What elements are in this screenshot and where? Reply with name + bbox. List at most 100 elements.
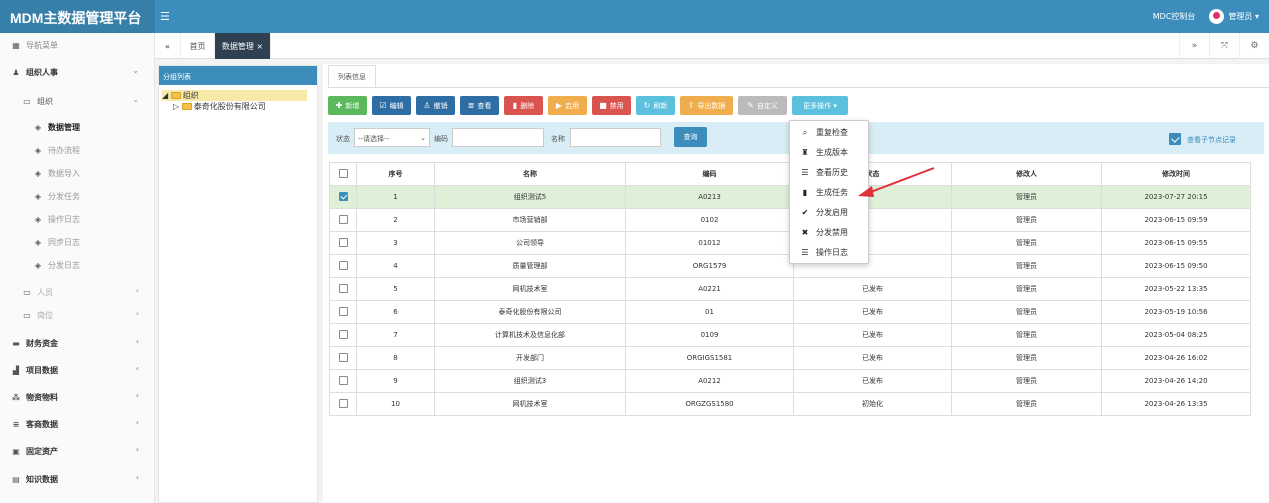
sidebar-item-asset[interactable]: ▣ 固定资产 ‹ [0,439,155,463]
cell-no: 2 [356,208,435,232]
name-input[interactable] [570,128,661,147]
status-select[interactable]: --请选择-- ⌄ [354,128,430,147]
row-checkbox[interactable] [338,214,348,224]
more-actions-button[interactable]: 更多操作 ▾ [792,96,848,115]
close-icon[interactable]: × [256,42,263,51]
sidebar-item-label: 分发任务 [48,191,80,201]
menu-item-duplicate-check[interactable]: ⌕ 重复检查 [790,123,870,142]
sidebar-item-org-hr[interactable]: ♟ 组织人事 ⌄ [0,60,155,84]
sidebar-item-label: 固定资产 [26,446,58,456]
sidebar-item-merchant[interactable]: ≡ 客商数据 ‹ [0,412,155,436]
row-checkbox[interactable] [338,283,348,293]
fullscreen-icon[interactable]: ⤧ [1209,33,1239,59]
sidebar-item-synclog[interactable]: ◈ 同步日志 [0,230,155,254]
row-checkbox[interactable] [338,375,348,385]
caret-down-icon: ▾ [833,101,837,110]
tree-node-root[interactable]: ◢ 组织 [162,90,307,101]
table-row[interactable]: 6 泰奇化股份有限公司 01 已发布 管理员 2023-05-19 10:56 [329,300,1251,324]
cell-name: 组织测试3 [434,369,626,393]
new-button[interactable]: ✚ 新增 [328,96,367,115]
tab-list-info[interactable]: 列表信息 [328,65,376,87]
scroll-right-button[interactable]: » [1179,33,1209,59]
row-checkbox-cell [329,369,357,393]
edit-button[interactable]: ☑ 编辑 [372,96,411,115]
tab-home[interactable]: 首页 [181,33,215,59]
tab-data-manage[interactable]: 数据管理 × [215,33,271,59]
sidebar-item-oplog[interactable]: ◈ 操作日志 [0,207,155,231]
customize-button[interactable]: ✎ 自定义 [738,96,787,115]
code-input[interactable] [452,128,544,147]
select-all-cell [329,162,357,186]
user-menu[interactable]: 管理员 ▾ [1209,9,1259,24]
sidebar-item-staff[interactable]: ▭ 人员 ‹ [0,280,155,304]
sidebar-item-knowledge[interactable]: ▤ 知识数据 ‹ [0,467,155,491]
table-row[interactable]: 9 组织测试3 A0212 已发布 管理员 2023-04-26 14:20 [329,369,1251,393]
chart-icon: ▟ [12,365,20,375]
page-tab-bar: « 首页 数据管理 × » ⤧ ⚙ [155,33,1269,59]
sidebar-item-dispatchlog[interactable]: ◈ 分发日志 [0,253,155,277]
cell-name: 质量管理部 [434,254,626,278]
enable-button[interactable]: ▶ 启用 [548,96,587,115]
delete-button[interactable]: ▮ 删除 [504,96,543,115]
sub-records-checkbox[interactable] [1169,133,1181,145]
row-checkbox[interactable] [338,398,348,408]
row-checkbox[interactable] [338,306,348,316]
sidebar-item-dispatch[interactable]: ◈ 分发任务 [0,184,155,208]
row-checkbox[interactable] [338,237,348,247]
box-icon: ▣ [12,446,20,456]
bars-icon[interactable]: ☰ [160,10,170,23]
disable-button[interactable]: ■ 禁用 [592,96,631,115]
query-button[interactable]: 查询 [674,127,707,147]
logo[interactable]: MDM主数据管理平台 [0,0,155,33]
sidebar-item-import[interactable]: ◈ 数据导入 [0,161,155,185]
menu-item-generate-version[interactable]: ♜ 生成版本 [790,143,870,162]
gear-icon[interactable]: ⚙ [1239,33,1269,59]
table-row[interactable]: 8 开发部门 ORGIGS1581 已发布 管理员 2023-04-26 16:02 [329,346,1251,370]
cell-status: 初始化 [793,392,952,416]
cell-status: 已发布 [793,323,952,347]
cell-no: 5 [356,277,435,301]
cell-code: 0109 [625,323,794,347]
column-header[interactable]: 编码 [625,162,794,186]
row-checkbox[interactable] [338,352,348,362]
folder-icon [181,103,192,110]
annotation-arrow [858,167,935,197]
row-checkbox[interactable] [338,260,348,270]
column-header[interactable]: 修改人 [951,162,1102,186]
sidebar-item-data-manage[interactable]: ◈ 数据管理 [0,115,155,139]
sidebar-item-finance[interactable]: ▬ 财务资金 ‹ [0,331,155,355]
column-header[interactable]: 名称 [434,162,626,186]
sidebar-item-org[interactable]: ▭ 组织 ⌄ [0,89,155,113]
cell-status: 已发布 [793,346,952,370]
sidebar-item-label: 分发日志 [48,260,80,270]
sidebar-item-post[interactable]: ▭ 岗位 ‹ [0,303,155,327]
table-row[interactable]: 10 网机技术室 ORGZGS1580 初始化 管理员 2023-04-26 13:35 [329,392,1251,416]
sidebar-item-project[interactable]: ▟ 项目数据 ‹ [0,358,155,382]
tree-node-company[interactable]: ▷ 泰奇化股份有限公司 [173,101,266,112]
stamp-icon: ♜ [801,148,809,157]
row-checkbox[interactable] [338,191,348,201]
menu-item-dispatch-disable[interactable]: ✖ 分发禁用 [790,223,870,242]
name-label: 名称 [551,135,565,143]
chevron-left-icon: ‹ [135,391,139,400]
menu-item-dispatch-enable[interactable]: ✔ 分发启用 [790,203,870,222]
select-all-checkbox[interactable] [338,168,348,178]
cubes-icon: ⁂ [11,392,21,402]
sidebar-item-material[interactable]: ⁂ 物资物料 ‹ [0,385,155,409]
table-row[interactable]: 5 网机技术室 A0221 已发布 管理员 2023-05-22 13:35 [329,277,1251,301]
table-row[interactable]: 7 计算机技术及信息化部 0109 已发布 管理员 2023-05-04 08:25 [329,323,1251,347]
refresh-button[interactable]: ↻ 刷新 [636,96,675,115]
sidebar-item-label: 操作日志 [48,214,80,224]
console-link[interactable]: MDC控制台 [1153,11,1196,22]
revoke-button[interactable]: ♙ 撤销 [416,96,455,115]
view-button[interactable]: ≣ 查看 [460,96,499,115]
menu-item-operation-log[interactable]: ☰ 操作日志 [790,243,870,262]
row-checkbox[interactable] [338,329,348,339]
sidebar-item-todo[interactable]: ◈ 待办流程 [0,138,155,162]
column-header[interactable]: 修改时间 [1101,162,1251,186]
export-button[interactable]: ⇪ 导出数据 [680,96,733,115]
scroll-left-button[interactable]: « [155,33,181,59]
sidebar-item-label: 组织人事 [26,67,58,77]
pencil-icon: ✎ [747,101,754,110]
column-header[interactable]: 序号 [356,162,435,186]
